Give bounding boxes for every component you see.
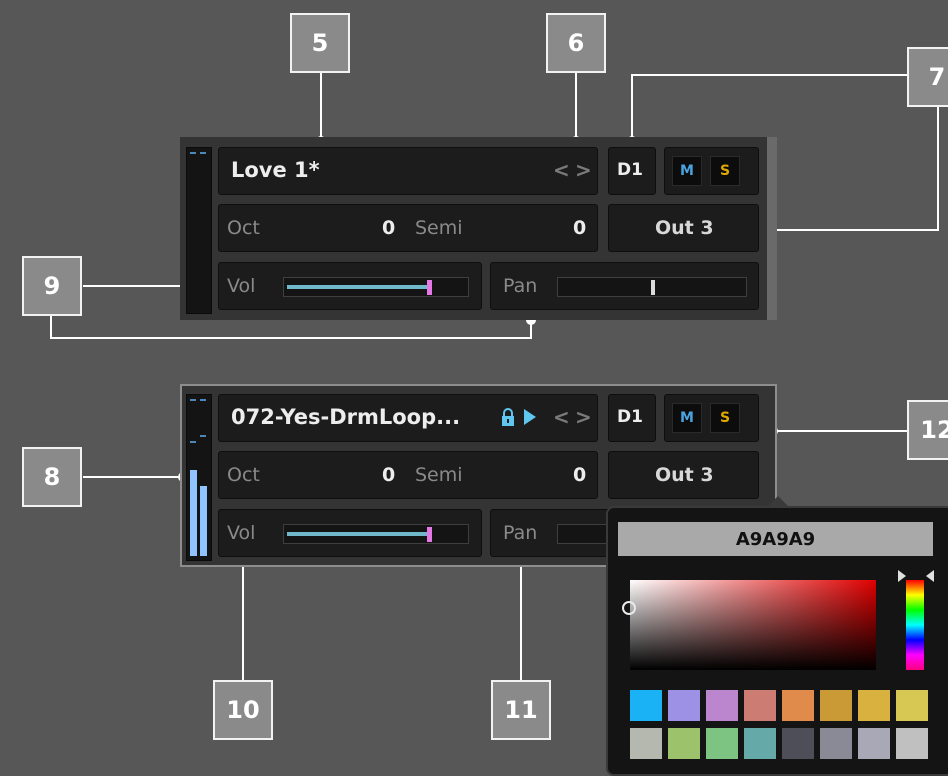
semi-value[interactable]: 0 — [573, 217, 586, 239]
popup-pointer — [766, 496, 790, 508]
semi-label: Semi — [415, 217, 463, 239]
pan-label: Pan — [503, 522, 538, 544]
prev-arrow-icon[interactable]: < — [553, 158, 570, 182]
color-swatch[interactable] — [782, 728, 814, 759]
pan-field: Pan — [490, 262, 759, 310]
pitch-field: Oct 0 Semi 0 — [218, 204, 598, 252]
output-selector[interactable]: Out 3 — [608, 451, 759, 499]
level-meter — [186, 394, 212, 561]
oct-value[interactable]: 0 — [382, 464, 395, 486]
vol-label: Vol — [227, 522, 256, 544]
color-swatch[interactable] — [630, 690, 662, 721]
output-label: Out 3 — [655, 464, 714, 486]
color-swatch[interactable] — [668, 690, 700, 721]
next-arrow-icon[interactable]: > — [575, 158, 592, 182]
color-swatch-grid — [630, 690, 930, 760]
color-swatch[interactable] — [706, 690, 738, 721]
deck-label: D1 — [617, 160, 643, 180]
volume-slider[interactable] — [283, 277, 469, 297]
color-swatch[interactable] — [820, 690, 852, 721]
callout-11: 11 — [491, 680, 551, 740]
color-swatch[interactable] — [896, 728, 928, 759]
track-name: 072-Yes-DrmLoop... — [231, 405, 461, 429]
volume-slider[interactable] — [283, 524, 469, 544]
output-selector[interactable]: Out 3 — [608, 204, 759, 252]
deck-label: D1 — [617, 407, 643, 427]
volume-handle[interactable] — [427, 527, 432, 542]
color-swatch[interactable] — [820, 728, 852, 759]
volume-fill — [287, 285, 427, 289]
play-icon[interactable] — [523, 408, 537, 426]
color-swatch[interactable] — [782, 690, 814, 721]
pan-label: Pan — [503, 275, 538, 297]
mute-solo-group: M S — [664, 394, 759, 442]
solo-button[interactable]: S — [710, 403, 740, 433]
volume-fill — [287, 532, 427, 536]
color-swatch[interactable] — [668, 728, 700, 759]
volume-field: Vol — [218, 509, 482, 557]
color-swatch[interactable] — [706, 728, 738, 759]
track-name: Love 1* — [231, 158, 320, 182]
output-label: Out 3 — [655, 217, 714, 239]
callout-5: 5 — [290, 13, 350, 73]
color-selector-handle[interactable] — [622, 601, 636, 615]
callout-8: 8 — [22, 447, 82, 507]
deck-button[interactable]: D1 — [608, 147, 656, 195]
hex-value-field[interactable]: A9A9A9 — [618, 522, 933, 556]
volume-handle[interactable] — [427, 280, 432, 295]
meter-bar-right — [200, 486, 207, 556]
volume-field: Vol — [218, 262, 482, 310]
lock-icon[interactable] — [501, 407, 515, 427]
saturation-value-area[interactable] — [622, 580, 876, 670]
track-name-field[interactable]: 072-Yes-DrmLoop... < > — [218, 394, 598, 442]
color-swatch[interactable] — [744, 690, 776, 721]
callout-6: 6 — [546, 13, 606, 73]
callout-12: 12 — [907, 400, 948, 460]
callout-7: 7 — [907, 47, 948, 107]
callout-10: 10 — [213, 680, 273, 740]
callout-9: 9 — [22, 256, 82, 316]
color-swatch[interactable] — [896, 690, 928, 721]
mute-button[interactable]: M — [672, 156, 702, 186]
vol-label: Vol — [227, 275, 256, 297]
solo-button[interactable]: S — [710, 156, 740, 186]
oct-value[interactable]: 0 — [382, 217, 395, 239]
pan-slider[interactable] — [557, 277, 747, 297]
next-arrow-icon[interactable]: > — [575, 405, 592, 429]
track-name-field[interactable]: Love 1* < > — [218, 147, 598, 195]
color-swatch[interactable] — [630, 728, 662, 759]
color-picker-popup: A9A9A9 — [606, 496, 948, 776]
color-swatch[interactable] — [858, 728, 890, 759]
track-panel-1: Love 1* < > D1 M S Oct 0 Semi 0 Out 3 Vo… — [180, 137, 777, 320]
prev-arrow-icon[interactable]: < — [553, 405, 570, 429]
oct-label: Oct — [227, 464, 260, 486]
color-swatch[interactable] — [744, 728, 776, 759]
mute-button[interactable]: M — [672, 403, 702, 433]
semi-value[interactable]: 0 — [573, 464, 586, 486]
color-swatch[interactable] — [858, 690, 890, 721]
hue-handle-left-icon[interactable] — [898, 570, 906, 582]
level-meter — [186, 147, 212, 314]
oct-label: Oct — [227, 217, 260, 239]
pan-handle[interactable] — [651, 280, 655, 295]
meter-bar-left — [190, 470, 197, 556]
deck-button[interactable]: D1 — [608, 394, 656, 442]
semi-label: Semi — [415, 464, 463, 486]
hue-slider[interactable] — [906, 580, 924, 670]
hue-handle-right-icon[interactable] — [926, 570, 934, 582]
pitch-field: Oct 0 Semi 0 — [218, 451, 598, 499]
mute-solo-group: M S — [664, 147, 759, 195]
